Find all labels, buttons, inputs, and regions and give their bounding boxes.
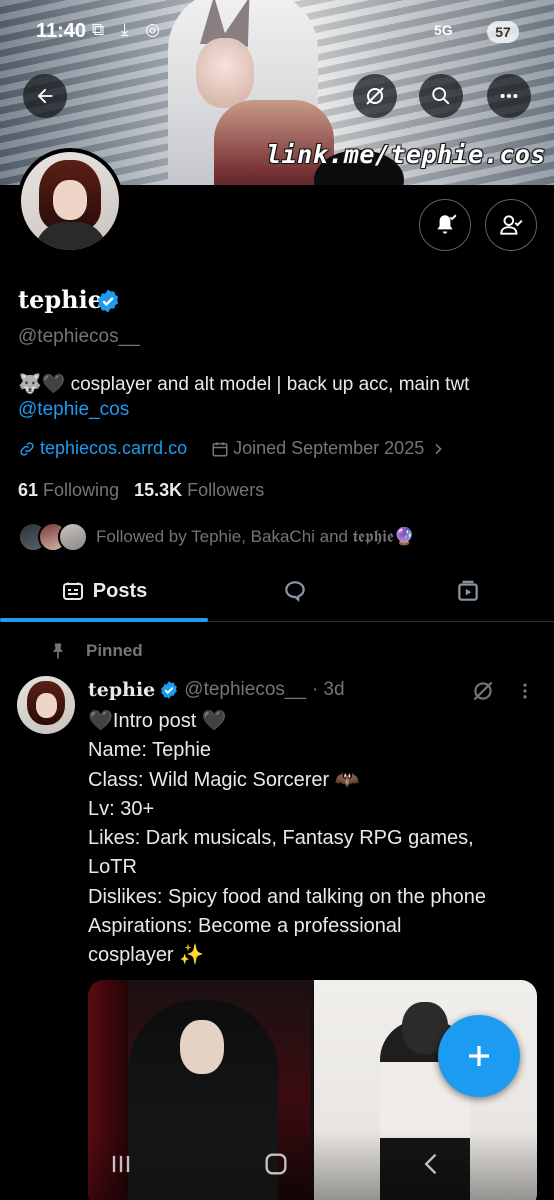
- following-link[interactable]: 61 Following: [18, 480, 119, 500]
- back-nav-icon[interactable]: [418, 1150, 446, 1178]
- search-button[interactable]: [419, 74, 463, 118]
- profile-bio: 🐺🖤 cosplayer and alt model | back up acc…: [18, 372, 538, 422]
- notification-icons: ⧉ ⤓ ◎: [92, 20, 166, 39]
- post-author-avatar[interactable]: [17, 676, 75, 734]
- tab-posts-label: Posts: [92, 579, 148, 602]
- post-avatar-face: [36, 693, 57, 718]
- website-link[interactable]: tephiecos.carrd.co: [40, 438, 187, 459]
- pin-icon: [53, 643, 63, 659]
- follower-avatar: [58, 522, 88, 552]
- avatar-face: [53, 180, 87, 220]
- compose-button[interactable]: [438, 1015, 520, 1097]
- profile-tabs: Posts: [0, 562, 554, 622]
- followed-by-row[interactable]: Followed by Tephie, BakaChi and 𝖙𝖊𝖕𝖍𝖎𝖊🔮: [18, 520, 415, 554]
- post-author-name[interactable]: tephie: [88, 679, 155, 701]
- joined-date: Joined September 2025: [233, 438, 425, 458]
- media-icon: [458, 580, 478, 601]
- more-vertical-icon[interactable]: [515, 680, 535, 702]
- status-time: 11:40: [36, 20, 87, 42]
- post-time[interactable]: 3d: [323, 679, 344, 701]
- home-icon[interactable]: [262, 1150, 290, 1178]
- post-header: tephie @tephiecos__ · 3d: [88, 679, 345, 701]
- followers-count: 15.3K: [134, 480, 183, 500]
- network-indicator: 5G: [434, 22, 453, 38]
- profile-avatar[interactable]: [17, 148, 123, 254]
- post-author-handle[interactable]: @tephiecos__: [184, 679, 306, 701]
- chevron-right-icon[interactable]: [430, 441, 446, 457]
- back-button[interactable]: [23, 74, 67, 118]
- plus-icon: [469, 1046, 489, 1066]
- following-count: 61: [18, 480, 39, 500]
- more-horizontal-icon: [500, 93, 518, 99]
- search-icon: [432, 87, 450, 105]
- verified-badge-icon[interactable]: [95, 288, 121, 314]
- posts-icon: [62, 582, 83, 600]
- active-tab-indicator: [0, 618, 208, 622]
- banner-link-text: link.me/tephie.cos: [266, 140, 546, 169]
- back-arrow-icon: [37, 88, 53, 104]
- media-face: [180, 1020, 224, 1074]
- avatar-body: [35, 222, 107, 250]
- bio-mention-link[interactable]: @tephie_cos: [18, 397, 538, 422]
- battery-indicator: 57: [487, 21, 519, 43]
- post-text: 🖤Intro post 🖤 Name: Tephie Class: Wild M…: [88, 710, 487, 967]
- link-icon: [20, 441, 34, 456]
- pinned-indicator: Pinned: [48, 641, 143, 661]
- avatar-image: [21, 152, 119, 250]
- grok-icon: [366, 87, 384, 105]
- post-separator: ·: [312, 679, 319, 700]
- status-bar: 11:40 ⧉ ⤓ ◎ 5G 57: [0, 0, 554, 60]
- profile-meta: tephiecos.carrd.co Joined September 2025: [18, 438, 446, 459]
- followers-label: Followers: [187, 480, 265, 500]
- pinned-label: Pinned: [86, 641, 143, 660]
- tab-media[interactable]: [382, 562, 554, 620]
- notifications-button[interactable]: [419, 199, 471, 251]
- grok-button[interactable]: [353, 74, 397, 118]
- replies-icon: [285, 581, 305, 603]
- profile-name: tephie: [18, 285, 103, 314]
- followed-by-text: Followed by Tephie, BakaChi and 𝖙𝖊𝖕𝖍𝖎𝖊🔮: [96, 527, 415, 546]
- recent-apps-icon[interactable]: [107, 1150, 135, 1178]
- bio-text: 🐺🖤 cosplayer and alt model | back up acc…: [18, 374, 470, 395]
- followers-link[interactable]: 15.3K Followers: [134, 480, 264, 500]
- tab-replies[interactable]: [208, 562, 382, 620]
- profile-handle: @tephiecos__: [18, 326, 140, 347]
- follow-stats: 61 Following 15.3K Followers: [18, 480, 264, 501]
- grok-icon[interactable]: [470, 678, 496, 704]
- following-label: Following: [43, 480, 120, 500]
- system-nav-bar: [0, 1130, 554, 1200]
- user-check-icon: [500, 215, 523, 235]
- calendar-icon: [212, 441, 228, 456]
- verified-badge-icon: [161, 681, 178, 699]
- more-options-button[interactable]: [487, 74, 531, 118]
- tab-posts[interactable]: Posts: [0, 562, 208, 620]
- bell-check-icon: [437, 214, 457, 234]
- following-status-button[interactable]: [485, 199, 537, 251]
